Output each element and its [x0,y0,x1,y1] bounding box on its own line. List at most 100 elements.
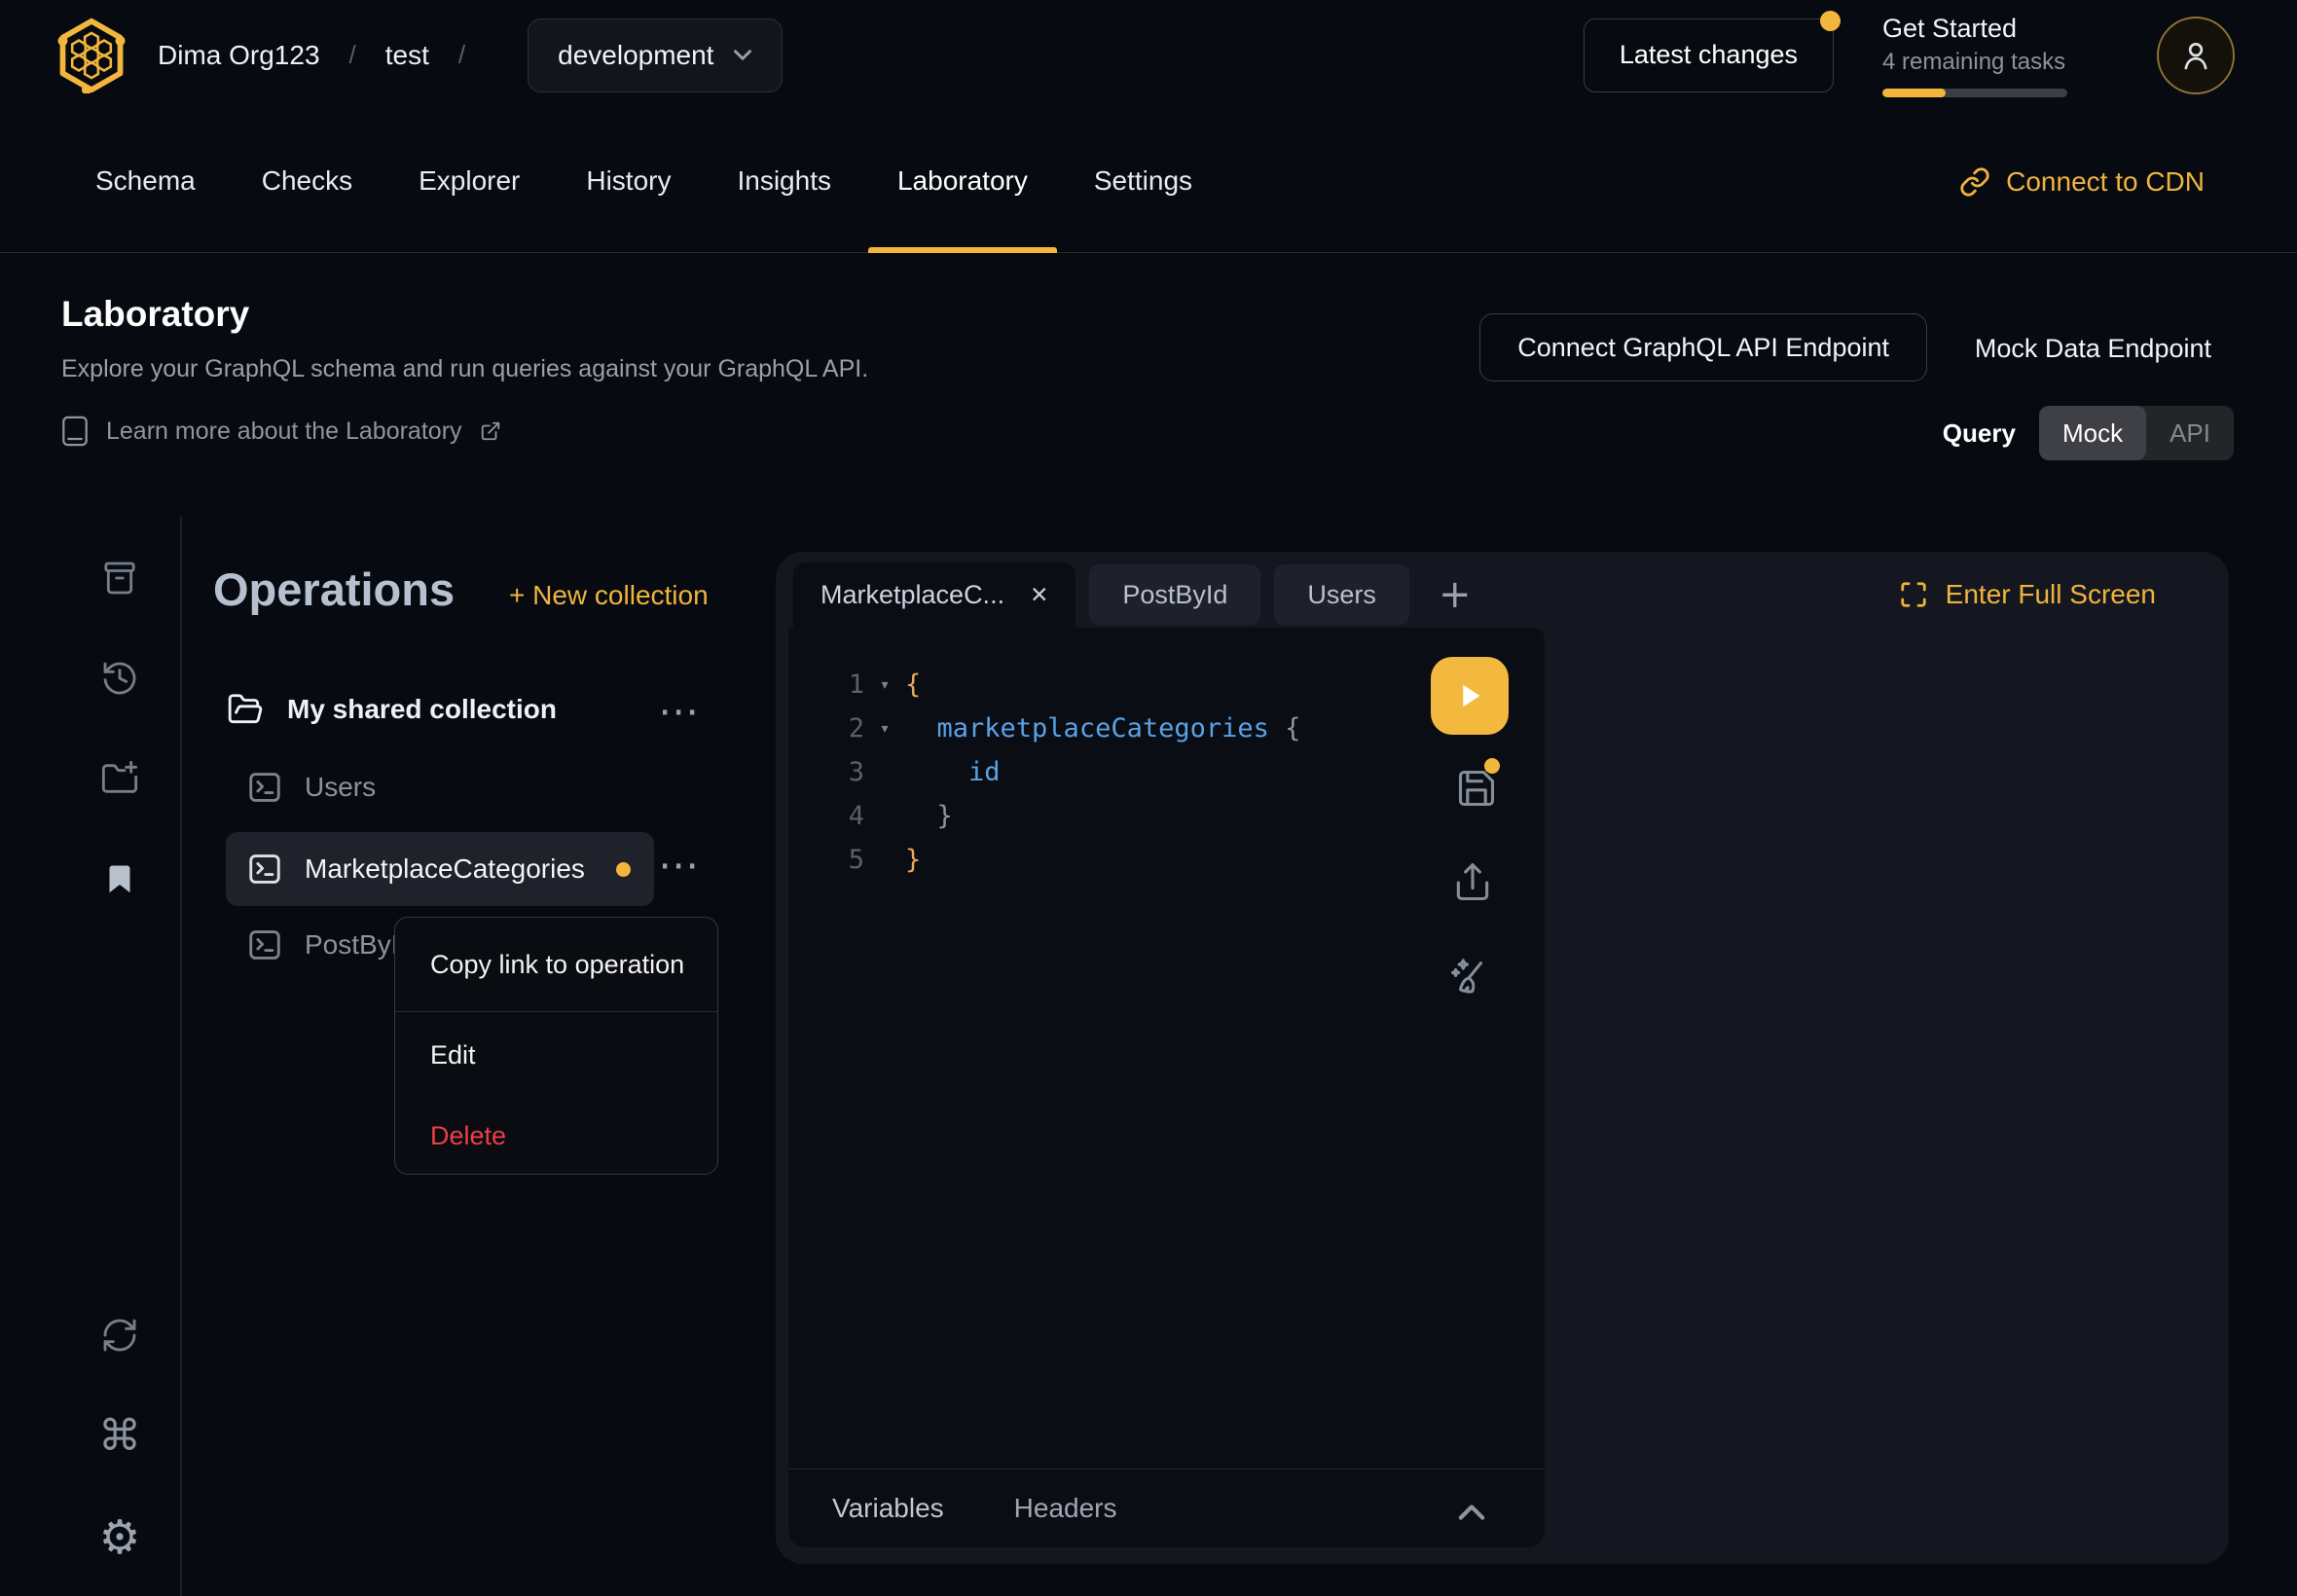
share-icon [1451,861,1494,904]
close-icon[interactable]: ✕ [1030,582,1048,608]
code-line: 3 id [788,750,1300,794]
line-number: 3 [788,750,864,794]
editor-tab-label: MarketplaceC... [820,580,1004,610]
gear-icon: ⚙ [98,1514,140,1561]
laboratory-workspace-panel: MarketplaceC... ✕ PostById Users + Enter… [776,552,2229,1564]
nav-tab-schema[interactable]: Schema [66,110,225,252]
editor-tab-marketplacecategories[interactable]: MarketplaceC... ✕ [793,562,1076,628]
collection-menu-button[interactable]: ⋯ [658,687,699,735]
toggle-option-mock[interactable]: Mock [2039,406,2146,460]
query-editor[interactable]: 1▾{2▾ marketplaceCategories {3 id4 }5} [788,628,1545,1547]
code-text: marketplaceCategories { [905,707,1300,750]
code-text: } [905,794,953,838]
fold-caret-icon[interactable]: ▾ [864,707,905,750]
link-icon [1959,166,1990,198]
breadcrumb: Dima Org123 / test / [158,40,494,71]
menu-item-copy-link[interactable]: Copy link to operation [395,918,717,1011]
toggle-option-api[interactable]: API [2146,406,2234,460]
nav-tab-history[interactable]: History [557,110,700,252]
enter-fullscreen-button[interactable]: Enter Full Screen [1899,579,2156,610]
code-text: } [905,838,921,882]
code-line: 4 } [788,794,1300,838]
nav-tab-checks[interactable]: Checks [233,110,382,252]
user-avatar[interactable] [2157,17,2235,94]
connect-endpoint-button[interactable]: Connect GraphQL API Endpoint [1479,313,1927,381]
nav-tab-settings[interactable]: Settings [1065,110,1221,252]
nav-tab-explorer[interactable]: Explorer [389,110,549,252]
execute-query-button[interactable] [1431,657,1509,735]
hive-logo-icon[interactable] [56,18,127,93]
sidebar-item-docs[interactable] [96,555,143,601]
sidebar-item-shortcuts[interactable]: ⌘ [96,1413,143,1460]
nav-tabs: SchemaChecksExplorerHistoryInsightsLabor… [0,110,2297,253]
collapse-panel-chevron-icon[interactable] [1457,1503,1486,1522]
breadcrumb-separator: / [349,40,356,70]
tab-headers[interactable]: Headers [1014,1493,1117,1524]
person-icon [2177,37,2214,74]
breadcrumb-project[interactable]: test [385,40,429,71]
sidebar-item-new-collection[interactable] [96,755,143,802]
learn-more-label: Learn more about the Laboratory [106,417,462,446]
sidebar-item-settings[interactable]: ⚙ [96,1514,143,1561]
new-collection-button[interactable]: + New collection [509,580,709,611]
connect-cdn-link[interactable]: Connect to CDN [1959,110,2205,253]
editor-tab-postbyid[interactable]: PostById [1089,564,1260,625]
environment-select-value: development [558,40,713,71]
environment-select[interactable]: development [528,18,783,92]
line-number: 1 [788,663,864,707]
nav-tab-laboratory[interactable]: Laboratory [868,110,1057,252]
mock-api-toggle: MockAPI [2039,406,2234,460]
unsaved-changes-dot [1484,758,1500,774]
editor-tab-users[interactable]: Users [1274,564,1409,625]
code-text: { [905,663,921,707]
collection-folder[interactable]: My shared collection [227,691,557,728]
menu-item-delete[interactable]: Delete [395,1099,717,1174]
connect-endpoint-label: Connect GraphQL API Endpoint [1517,333,1889,363]
mock-data-endpoint-link[interactable]: Mock Data Endpoint [1975,334,2211,364]
operation-item-postbyid[interactable]: PostById [246,926,414,963]
sidebar-item-history[interactable] [96,655,143,702]
editor-footer: Variables Headers [788,1469,1545,1547]
folder-plus-icon [100,759,139,798]
learn-more-link[interactable]: Learn more about the Laboratory [61,416,868,447]
book-icon [61,416,89,447]
tab-variables[interactable]: Variables [832,1493,944,1524]
editor-tab-label: PostById [1122,580,1227,610]
top-header: Dima Org123 / test / development Latest … [0,0,2297,110]
breadcrumb-org[interactable]: Dima Org123 [158,40,320,71]
external-link-icon [480,420,501,442]
fold-caret-empty [864,838,905,882]
terminal-square-icon [246,926,283,963]
get-started-widget[interactable]: Get Started 4 remaining tasks [1882,14,2067,97]
operation-item-marketplacecategories[interactable]: MarketplaceCategories [226,832,654,906]
terminal-square-icon [246,769,283,806]
editor-tab-label: Users [1307,580,1376,610]
latest-changes-button[interactable]: Latest changes [1584,18,1834,92]
menu-item-edit[interactable]: Edit [395,1012,717,1099]
connect-cdn-label: Connect to CDN [2006,166,2205,198]
operation-menu-button[interactable]: ⋯ [658,841,699,889]
laboratory-header: Laboratory Explore your GraphQL schema a… [61,294,868,447]
share-operation-button[interactable] [1447,857,1498,908]
new-tab-button[interactable]: + [1423,564,1487,625]
app-root: Dima Org123 / test / development Latest … [0,0,2297,1596]
fullscreen-icon [1899,580,1928,609]
prettify-query-button[interactable] [1444,953,1495,1003]
get-started-subtitle: 4 remaining tasks [1882,49,2067,76]
fold-caret-empty [864,794,905,838]
archive-icon [100,559,139,598]
fold-caret-icon[interactable]: ▾ [864,663,905,707]
nav-tab-insights[interactable]: Insights [708,110,860,252]
refresh-icon [100,1316,139,1355]
sidebar-item-collections[interactable] [96,855,143,902]
operations-title: Operations [213,562,455,616]
command-icon: ⌘ [98,1413,141,1460]
sidebar-item-refetch-schema[interactable] [96,1312,143,1359]
code-line: 2▾ marketplaceCategories { [788,707,1300,750]
bookmark-icon [102,859,137,898]
operation-item-users[interactable]: Users [246,769,376,806]
history-icon [100,659,139,698]
chevron-down-icon [733,49,752,61]
fold-caret-empty [864,750,905,794]
get-started-title: Get Started [1882,14,2067,44]
